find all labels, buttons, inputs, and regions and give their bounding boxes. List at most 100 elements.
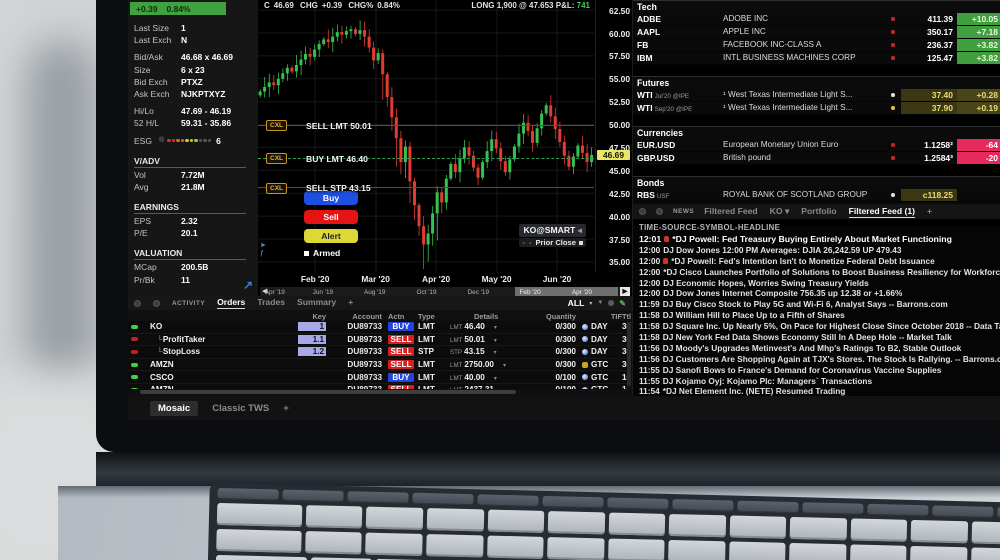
time-axis[interactable]: Feb '20Mar '20Apr '20May '20Jun '20 (258, 272, 594, 286)
keyboard-key (305, 531, 362, 554)
esg-label: ESG (134, 135, 159, 147)
activity-tab[interactable]: Summary (297, 297, 336, 309)
watchlist-row[interactable]: AAPLAPPLE INC350.17+7.18 (633, 26, 1000, 39)
quote-label: Bid Exch (134, 76, 181, 88)
watchlist-row[interactable]: WTIJul'20 @IPE¹ West Texas Intermediate … (633, 89, 1000, 102)
order-row[interactable]: AMZNDU89733SELLLMTLMT2437.31▾0/100GTC100 (128, 384, 627, 389)
order-quantity: 0/300 (524, 347, 576, 356)
order-details[interactable]: LMT50.01▾ (440, 335, 524, 344)
orders-column-header: TIF (576, 312, 622, 321)
news-item[interactable]: 11:55DJ Kojamo Oyj: Kojamo Plc: Managers… (639, 376, 1000, 387)
gear-icon[interactable] (608, 300, 614, 306)
order-type: LMT (414, 322, 440, 331)
news-tab[interactable]: Filtered Feed (1) (849, 206, 915, 218)
workspace-tab[interactable]: Mosaic (150, 401, 198, 416)
keyboard-key (910, 546, 967, 560)
alert-button[interactable]: Alert (304, 229, 358, 243)
watchlist-row[interactable]: FBFACEBOOK INC-CLASS A236.37+3.82 (633, 39, 1000, 52)
keyboard-key (426, 534, 483, 557)
watchlist-row[interactable]: WTISep'20 @IPE¹ West Texas Intermediate … (633, 102, 1000, 115)
order-row[interactable]: CSCODU89733BUYLMTLMT40.00▾0/100GTC100 (128, 371, 627, 384)
news-item[interactable]: 12:00*DJ Powell: Fed's Intention Isn't t… (639, 256, 1000, 267)
cxl-button[interactable]: CXL (266, 120, 287, 131)
order-details[interactable]: STP43.15▾ (440, 347, 524, 356)
order-details[interactable]: LMT2750.00▾ (440, 360, 524, 369)
news-item[interactable]: 12:00DJ Dow Jones Internet Composite 756… (639, 288, 1000, 299)
pop-out-arrow-icon[interactable]: ↗ (243, 278, 253, 292)
watchlist-row[interactable]: IBMINTL BUSINESS MACHINES CORP125.47+3.8… (633, 52, 1000, 65)
time-range-scrollbar[interactable]: ◀ ▶ Apr '19Jun '19Aug '19Oct '19Dec '19F… (260, 287, 630, 296)
activity-tab[interactable]: Orders (217, 297, 245, 309)
news-item[interactable]: 11:59DJ Buy Cisco Stock to Play 5G and W… (639, 299, 1000, 310)
order-action-chip: SELL (388, 385, 414, 389)
watchlist-row[interactable]: RBSUSFROYAL BANK OF SCOTLAND GROUPc118.2… (633, 189, 1000, 202)
news-item[interactable]: 12:00DJ Economic Hopes, Worries Swing Tr… (639, 278, 1000, 289)
function-icon[interactable]: ƒ (260, 250, 267, 258)
news-item[interactable]: 12:00DJ Dow Jones 12:00 PM Averages: DJI… (639, 245, 1000, 256)
order-line-sell[interactable]: CXLSELL LMT 50.01 (258, 125, 594, 126)
watchlist-row[interactable]: GBP.USDBritish pound1.2584³-20 (633, 152, 1000, 165)
window-control-icon[interactable] (134, 300, 141, 307)
order-symbol: AMZN (142, 385, 298, 389)
filter-icon[interactable]: ▼ (597, 300, 603, 306)
order-details[interactable]: LMT46.40▾ (440, 322, 524, 331)
order-row[interactable]: AMZNDU89733SELLLMTLMT2750.00▾0/300GTC300 (128, 359, 627, 372)
vertical-scrollbar[interactable] (627, 322, 631, 386)
news-time: 11:55 (639, 365, 660, 376)
sell-button[interactable]: Sell (304, 210, 358, 224)
news-tab[interactable]: Filtered Feed (704, 206, 757, 218)
chevron-down-icon: ▾ (494, 350, 497, 356)
order-line-buy[interactable]: CXLBUY LMT 46.40 (258, 158, 594, 159)
ticker-symbol: RBSUSF (637, 189, 723, 201)
edit-icon[interactable]: ✎ (619, 299, 626, 308)
order-details[interactable]: LMT40.00▾ (440, 373, 524, 382)
cxl-button[interactable]: CXL (266, 153, 287, 164)
activity-tab[interactable]: Trades (257, 297, 285, 309)
news-tab[interactable]: + (927, 206, 932, 218)
horizontal-scrollbar[interactable] (140, 390, 516, 394)
news-tab[interactable]: KO ▾ (770, 206, 790, 218)
order-row[interactable]: KO1DU89733BUYLMTLMT46.40▾0/300DAY300 (128, 321, 627, 334)
news-item[interactable]: 11:56DJ Customers Are Shopping Again at … (639, 354, 1000, 365)
keyboard-key (347, 491, 408, 503)
news-item[interactable]: 11:55DJ Sanofi Bows to France's Demand f… (639, 365, 1000, 376)
registered-icon: ® (159, 135, 164, 147)
news-item[interactable]: 12:00*DJ Cisco Launches Portfolio of Sol… (639, 267, 1000, 278)
news-item[interactable]: 11:58DJ William Hill to Place Up to a Fi… (639, 310, 1000, 321)
orders-column-header: Key (298, 312, 326, 321)
armed-checkbox[interactable]: Armed (304, 248, 358, 258)
prior-close-toggle[interactable]: - -Prior Close (519, 238, 586, 247)
window-control-icon[interactable] (639, 208, 646, 215)
window-control-icon[interactable] (153, 300, 160, 307)
order-row[interactable]: └ProfitTaker1.1DU89733SELLLMTLMT50.01▾0/… (128, 334, 627, 347)
activity-tab[interactable]: + (348, 297, 353, 309)
order-tif: GTC (576, 360, 622, 369)
cxl-button[interactable]: CXL (266, 183, 287, 194)
keyboard-key (608, 539, 665, 560)
watchlist-row[interactable]: ADBEADOBE INC411.39+10.05 (633, 13, 1000, 26)
order-line-sell[interactable]: CXLSELL STP 43.15 (258, 187, 594, 188)
news-item[interactable]: 12:01*DJ Powell: Fed Treasury Buying Ent… (639, 234, 1000, 245)
news-item[interactable]: 11:56DJ Moody's Upgrades Metinvest's And… (639, 343, 1000, 354)
quote-row: 52 H/L59.31 - 35.86 (134, 117, 256, 129)
workspace-tab[interactable]: + (283, 403, 289, 414)
news-item[interactable]: 11:58DJ New York Fed Data Shows Economy … (639, 332, 1000, 343)
watchlist-row[interactable]: EUR.USDEuropean Monetary Union Euro1.125… (633, 139, 1000, 152)
order-row[interactable]: └StopLoss1.2DU89733SELLSTPSTP43.15▾0/300… (128, 346, 627, 359)
news-item[interactable]: 11:58DJ Square Inc. Up Nearly 5%, On Pac… (639, 321, 1000, 332)
status-dot-icon (131, 375, 138, 379)
window-control-icon[interactable] (656, 208, 663, 215)
candlestick-plot-area[interactable]: C46.69 CHG+0.39 CHG%0.84% LONG 1,900 @ 4… (258, 0, 594, 272)
symbol-badge[interactable]: KO@SMART ◂ (519, 224, 586, 237)
price-axis[interactable]: 62.5060.0057.5055.0052.5050.0047.5045.00… (595, 0, 633, 272)
price-change-badge: -64 (957, 139, 1000, 151)
play-icon[interactable]: ► (260, 242, 267, 250)
orders-column-header: Ttl (622, 312, 632, 321)
range-date-label: Apr '20 (572, 289, 592, 296)
filter-scope-dropdown[interactable]: ALL (568, 298, 585, 308)
chevron-down-icon: ▾ (503, 388, 506, 389)
order-details[interactable]: LMT2437.31▾ (440, 385, 524, 389)
scroll-right-icon[interactable]: ▶ (620, 287, 630, 296)
news-tab[interactable]: Portfolio (801, 206, 836, 218)
workspace-tab[interactable]: Classic TWS (212, 403, 269, 414)
